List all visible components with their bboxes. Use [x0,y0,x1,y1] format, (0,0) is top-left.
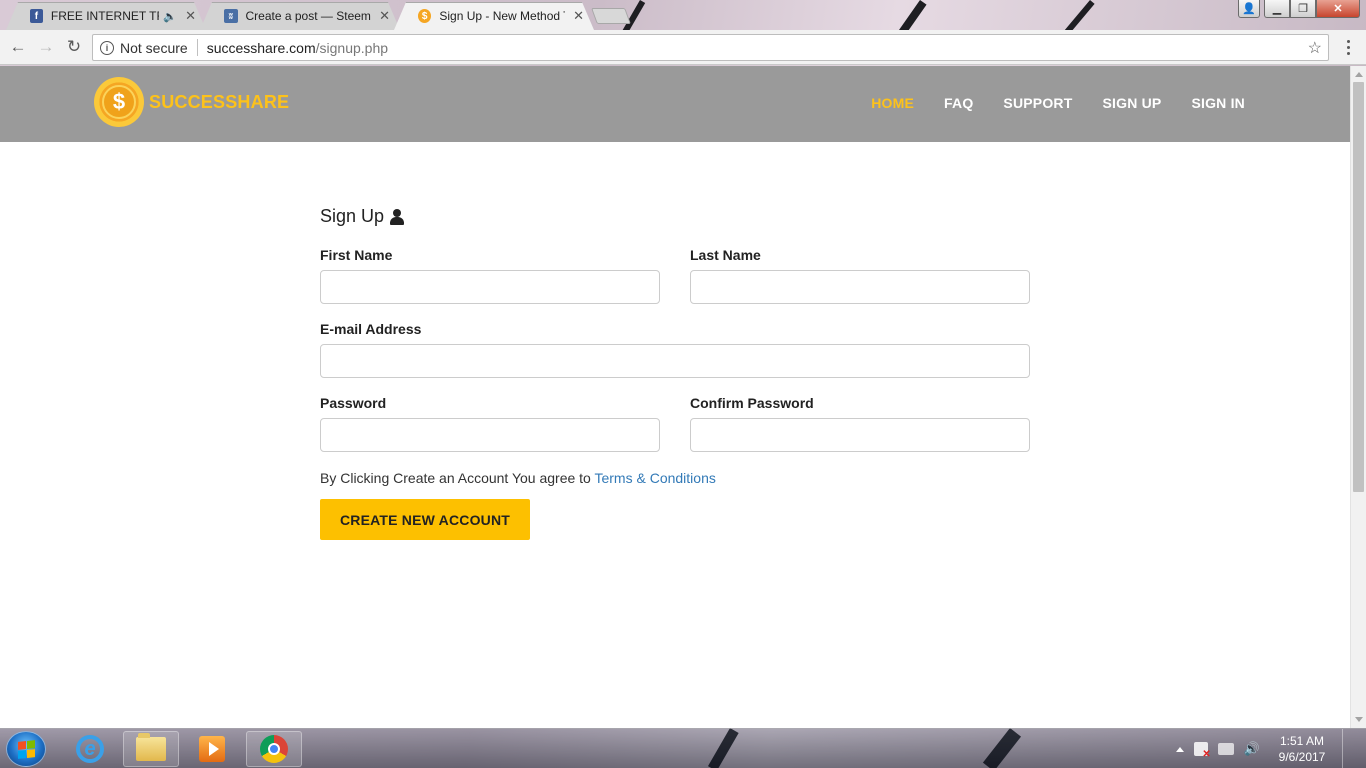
terms-text: By Clicking Create an Account You agree … [320,470,591,486]
coin-logo-icon: $ [94,77,144,127]
name-row: First Name Last Name [320,247,1030,304]
scroll-up-icon[interactable] [1355,72,1363,77]
password-group: Password [320,395,660,452]
new-tab-button[interactable] [591,8,631,24]
last-name-input[interactable] [690,270,1030,304]
first-name-label: First Name [320,247,393,263]
tab-free-internet-trick[interactable]: f FREE INTERNET TRICK 🔈 ✕ [6,2,206,30]
profile-icon[interactable]: 👤 [1238,0,1260,18]
password-row: Password Confirm Password [320,395,1030,452]
nav-support[interactable]: SUPPORT [1003,95,1072,111]
site-logo[interactable]: $ SUCCESSHARE [94,77,289,127]
tab-strip: f FREE INTERNET TRICK 🔈 ✕ ʬ Create a pos… [0,0,1366,30]
confirm-password-input[interactable] [690,418,1030,452]
close-icon[interactable]: ✕ [185,8,196,24]
email-input[interactable] [320,344,1030,378]
facebook-icon: f [30,9,43,23]
tab-title: FREE INTERNET TRICK [50,9,160,23]
nav-home[interactable]: HOME [871,95,914,111]
scrollbar-thumb[interactable] [1353,82,1364,492]
password-label: Password [320,395,387,411]
reload-icon[interactable]: ↻ [60,33,88,61]
close-icon[interactable]: ✕ [379,8,390,24]
show-hidden-icons-icon[interactable] [1175,746,1184,752]
nav-faq[interactable]: FAQ [944,95,973,111]
create-account-button[interactable]: CREATE NEW ACCOUNT [320,499,531,540]
clock-time: 1:51 AM [1279,734,1325,748]
chrome-icon [260,735,288,763]
page-viewport: $ SUCCESSHARE HOME FAQ SUPPORT SIGN UP S… [0,66,1350,728]
close-icon[interactable]: ✕ [573,8,584,24]
tab-sign-up[interactable]: $ Sign Up - New Method T ✕ [394,2,594,30]
last-name-label: Last Name [690,247,761,263]
folder-icon [136,733,166,761]
last-name-group: Last Name [690,247,1030,304]
first-name-input[interactable] [320,270,660,304]
tab-title: Sign Up - New Method T [439,9,566,23]
signup-form: Sign Up First Name Last Name E-mail Addr… [320,206,1030,540]
url-host[interactable]: successhare.com [207,40,316,56]
system-tray: 🔊 1:51 AM 9/6/2017 [1175,729,1356,768]
media-player-icon [199,736,225,762]
back-icon[interactable]: ← [4,33,32,61]
speaker-icon[interactable]: 🔈 [163,10,177,23]
clock-date: 9/6/2017 [1278,750,1326,764]
brand-name: SUCCESSHARE [149,91,290,112]
steemit-icon: ʬ [224,9,238,23]
form-title: Sign Up [320,206,1030,227]
logo-glyph: $ [102,85,136,119]
forward-icon[interactable]: → [32,33,60,61]
confirm-password-group: Confirm Password [690,395,1030,452]
bookmark-star-icon[interactable]: ☆ [1308,38,1322,58]
windows-logo-icon [17,739,35,759]
terms-link[interactable]: Terms & Conditions [594,470,715,486]
browser-toolbar: ← → ↻ i Not secure successhare.com/signu… [0,30,1366,65]
site-header: $ SUCCESSHARE HOME FAQ SUPPORT SIGN UP S… [0,66,1350,142]
page-scrollbar[interactable] [1350,66,1366,728]
taskbar: e 🔊 1:51 AM 9/6/2017 [0,728,1366,768]
confirm-password-label: Confirm Password [690,395,814,411]
terms-notice: By Clicking Create an Account You agree … [320,470,1030,486]
tab-create-post-steemit[interactable]: ʬ Create a post — Steemit ✕ [200,2,400,30]
email-group: E-mail Address [320,321,1030,378]
system-clock[interactable]: 1:51 AM 9/6/2017 [1276,733,1328,765]
taskbar-internet-explorer[interactable]: e [62,731,118,767]
security-label[interactable]: Not secure [120,40,188,56]
nav-sign-in[interactable]: SIGN IN [1191,95,1245,111]
browser-menu-icon[interactable] [1337,36,1359,58]
window-controls: 👤 ▁ ❐ ✕ [1238,0,1360,18]
action-center-icon[interactable] [1193,742,1211,760]
internet-explorer-icon: e [76,735,104,763]
volume-icon[interactable]: 🔊 [1244,741,1260,757]
form-title-text: Sign Up [320,206,385,226]
address-bar[interactable]: i Not secure successhare.com/signup.php … [92,34,1329,61]
nav-sign-up[interactable]: SIGN UP [1103,95,1162,111]
close-window-button[interactable]: ✕ [1316,0,1360,18]
user-icon [390,208,405,225]
info-icon[interactable]: i [100,40,114,55]
url-path[interactable]: /signup.php [316,40,388,56]
password-input[interactable] [320,418,660,452]
taskbar-chrome[interactable] [246,731,302,767]
main-nav: HOME FAQ SUPPORT SIGN UP SIGN IN [871,95,1245,111]
tab-title: Create a post — Steemit [245,9,372,23]
minimize-button[interactable]: ▁ [1264,0,1290,18]
show-desktop-button[interactable] [1342,729,1356,768]
taskbar-media-player[interactable] [184,731,240,767]
email-label: E-mail Address [320,321,422,337]
taskbar-file-explorer[interactable] [123,731,179,767]
divider [196,39,198,56]
start-button[interactable] [6,731,46,767]
first-name-group: First Name [320,247,660,304]
network-icon[interactable] [1217,743,1234,755]
maximize-button[interactable]: ❐ [1290,0,1316,18]
scroll-down-icon[interactable] [1355,717,1363,722]
